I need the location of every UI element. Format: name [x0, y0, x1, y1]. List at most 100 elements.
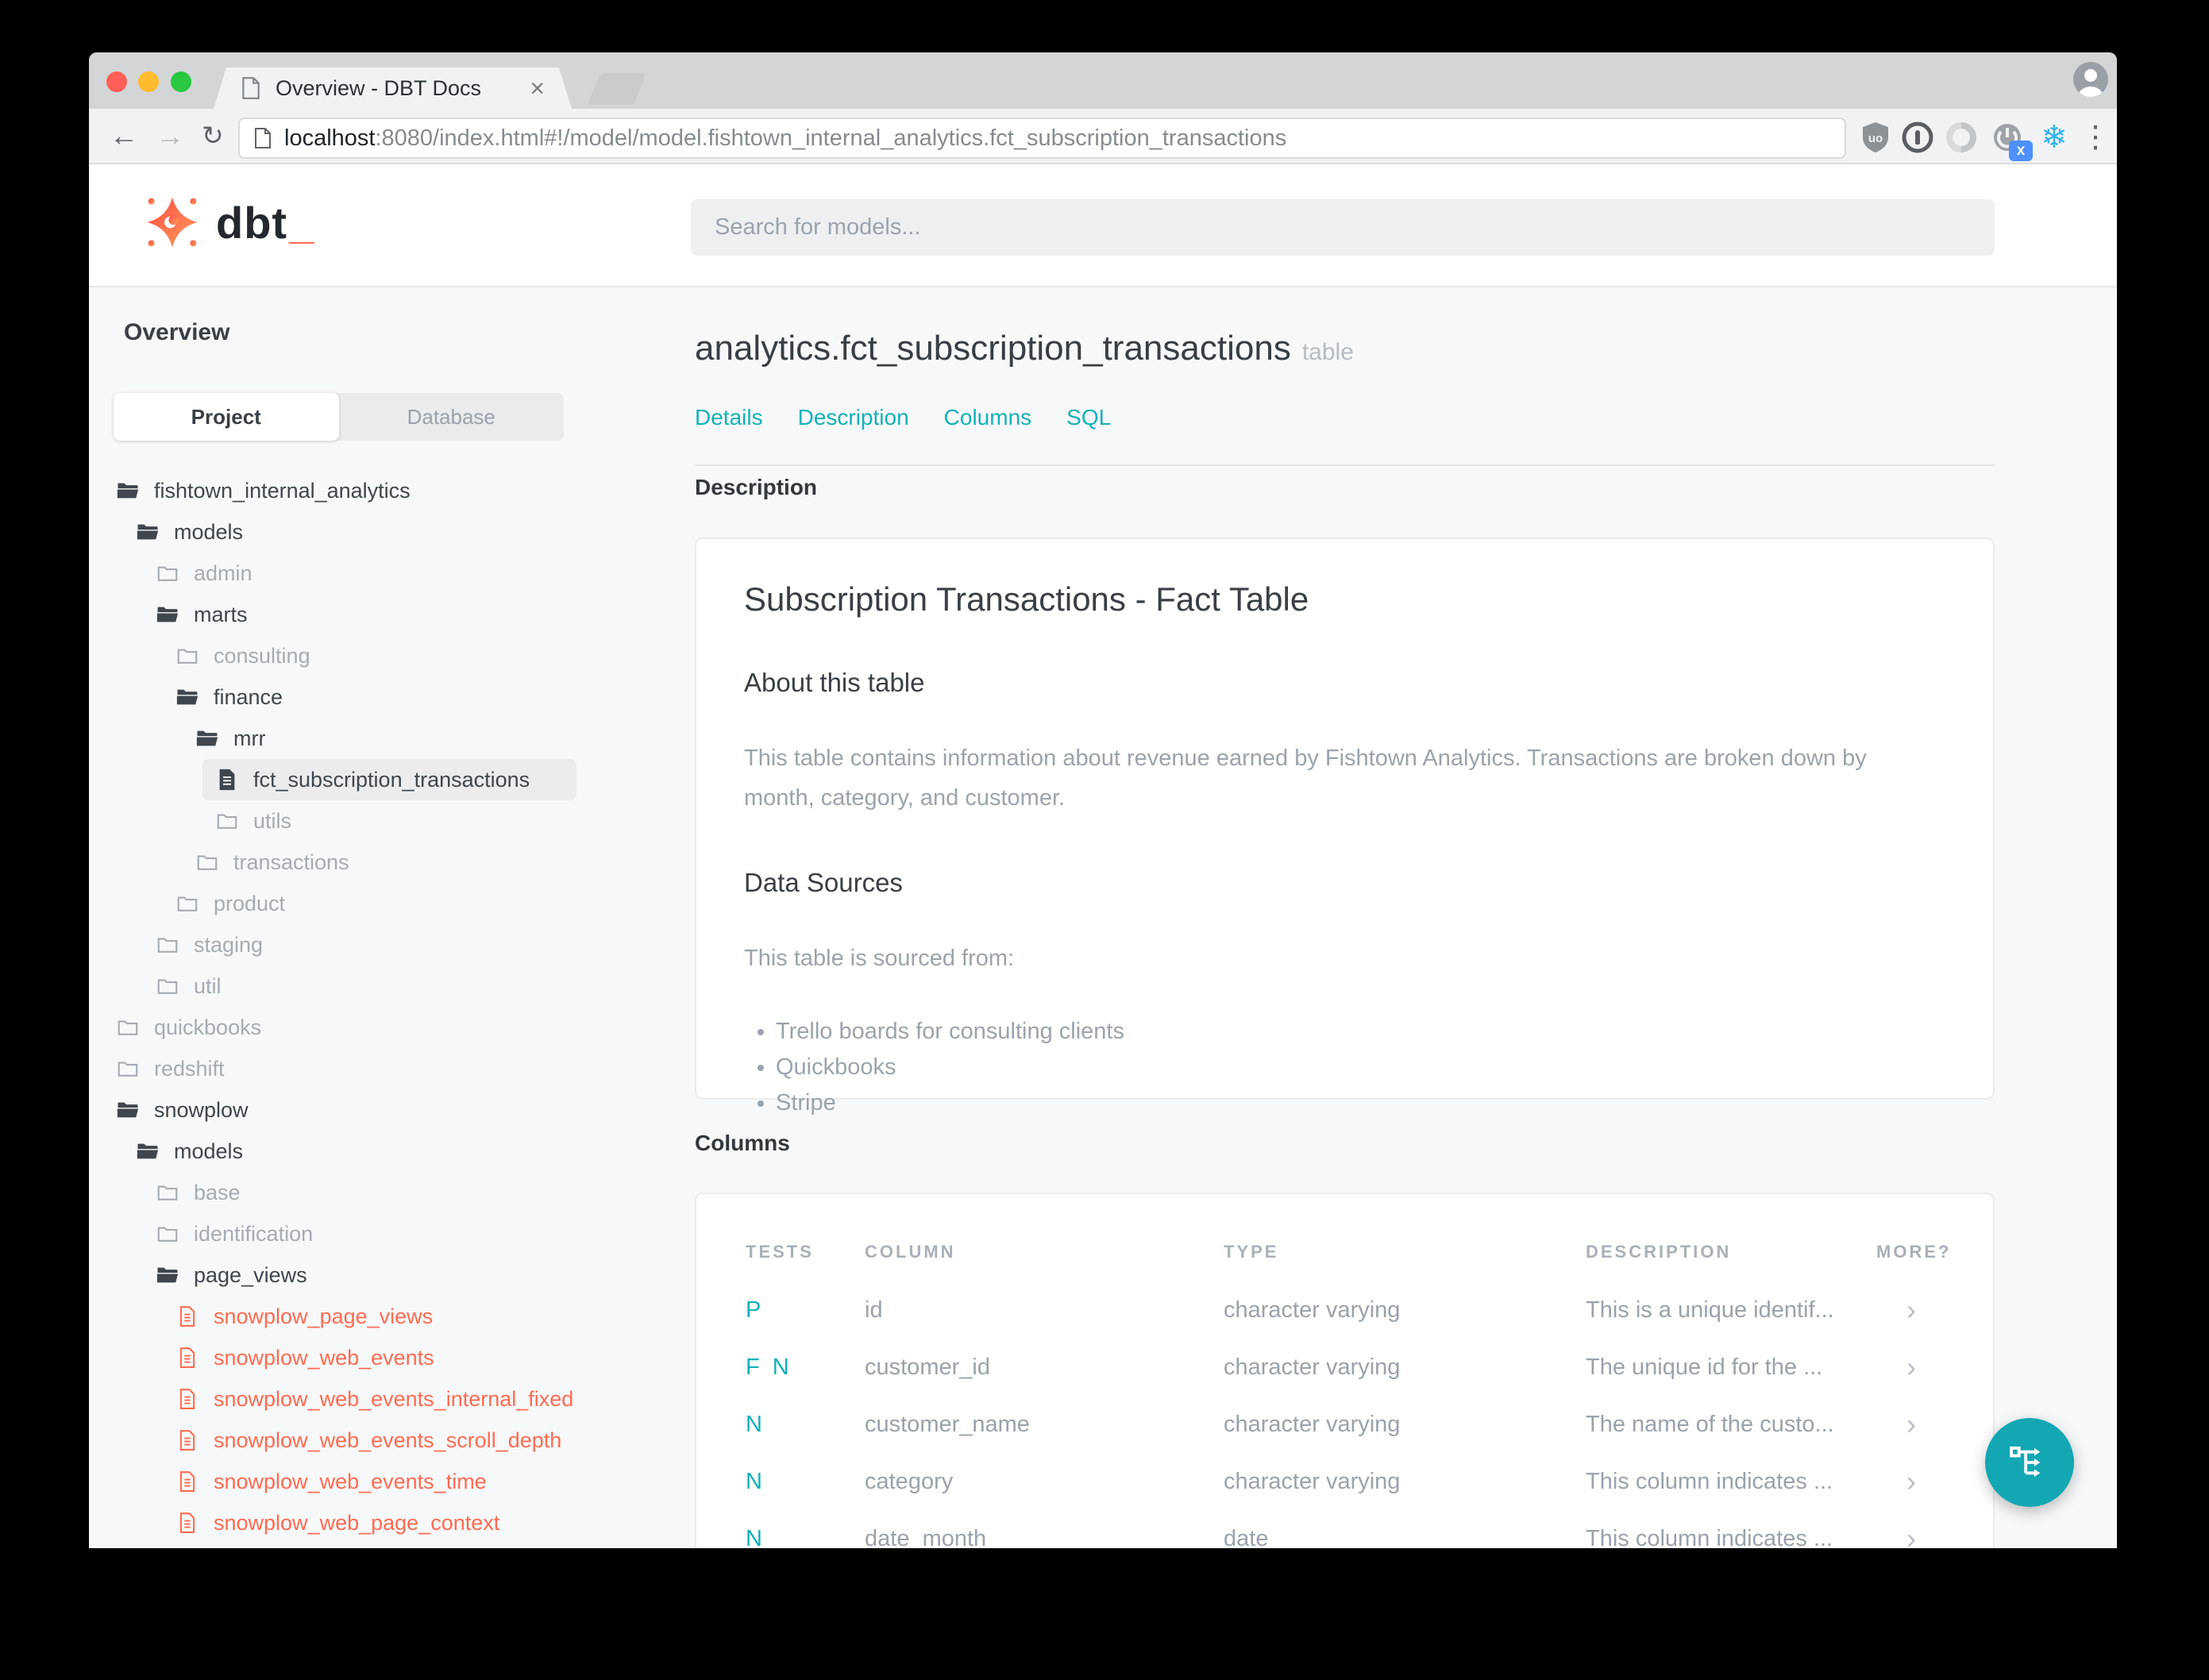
tree-item-label: staging: [194, 932, 264, 957]
tree-item-label: snowplow_web_events: [214, 1345, 434, 1370]
expand-row-chevron-icon[interactable]: ›: [1876, 1351, 1944, 1384]
tree-item-admin[interactable]: admin: [108, 553, 576, 594]
column-header-description: DESCRIPTION: [1586, 1242, 1732, 1262]
nav-link-sql[interactable]: SQL: [1066, 405, 1111, 430]
tree-item-snowplow_web_events_scroll_depth[interactable]: snowplow_web_events_scroll_depth: [108, 1420, 576, 1461]
browser-tab[interactable]: Overview - DBT Docs ×: [214, 67, 572, 109]
tree-item-fishtown_internal_analytics[interactable]: fishtown_internal_analytics: [108, 470, 576, 511]
sidebar-tab-project[interactable]: Project: [114, 393, 339, 441]
table-row-id[interactable]: Pid character varying This is a unique ide…: [746, 1281, 1944, 1339]
tree-item-label: page_views: [194, 1262, 307, 1287]
column-header-column: COLUMN: [865, 1242, 956, 1262]
tree-item-snowplow_web_events_internal_fixed[interactable]: snowplow_web_events_internal_fixed: [108, 1378, 576, 1420]
opera-extension-icon[interactable]: [1944, 120, 1979, 155]
dbt-logo-icon: [147, 197, 198, 248]
folder-icon: [116, 1057, 140, 1081]
browser-toolbar: ← → ↻ localhost:8080/index.html#!/model/…: [89, 109, 2117, 164]
tree-item-label: snowplow_web_events_internal_fixed: [214, 1386, 574, 1411]
lineage-graph-button[interactable]: [1985, 1418, 2074, 1507]
folder-icon: [156, 974, 179, 998]
folder-open-icon: [156, 1263, 179, 1287]
back-button[interactable]: ←: [110, 120, 138, 152]
tree-item-utils[interactable]: utils: [108, 800, 576, 842]
columns-table-body: Pid character varying This is a unique ide…: [746, 1281, 1944, 1548]
extension-badge: x: [2009, 141, 2033, 161]
new-tab-button[interactable]: [587, 73, 647, 105]
minimize-window-button[interactable]: [138, 71, 159, 92]
nav-link-columns[interactable]: Columns: [944, 405, 1031, 430]
refresh-button[interactable]: ↻: [202, 120, 224, 152]
folder-open-icon: [195, 726, 219, 750]
tree-item-label: utils: [253, 808, 292, 833]
tree-item-finance[interactable]: finance: [108, 676, 576, 718]
tree-item-label: redshift: [154, 1056, 225, 1081]
sources-list: Trello boards for consulting clientsQuic…: [744, 1014, 1945, 1121]
nav-link-description[interactable]: Description: [798, 405, 909, 430]
zoom-window-button[interactable]: [171, 71, 191, 92]
cell-column: category: [865, 1468, 954, 1494]
tree-item-snowplow_web_events_time[interactable]: snowplow_web_events_time: [108, 1461, 576, 1502]
tree-item-page_views[interactable]: page_views: [108, 1254, 576, 1296]
columns-table-header: TESTS COLUMN TYPE DESCRIPTION MORE?: [746, 1194, 1949, 1281]
brand-name: dbt: [216, 197, 288, 248]
folder-icon: [215, 809, 239, 833]
tree-item-snowplow_page_views[interactable]: snowplow_page_views: [108, 1296, 576, 1337]
tree-item-transactions[interactable]: transactions: [108, 842, 576, 883]
expand-row-chevron-icon[interactable]: ›: [1876, 1408, 1944, 1441]
forward-button[interactable]: →: [156, 120, 184, 152]
table-row-customer_id[interactable]: F N customer_id character varying The uniqu…: [746, 1339, 1944, 1396]
tree-item-staging[interactable]: staging: [108, 924, 576, 965]
nav-link-details[interactable]: Details: [695, 405, 763, 430]
tree-item-models[interactable]: models: [108, 1131, 576, 1172]
cell-column: customer_name: [865, 1411, 1030, 1437]
tree-item-label: admin: [194, 561, 253, 585]
tree-item-label: fishtown_internal_analytics: [154, 478, 411, 503]
table-row-customer_name[interactable]: Ncustomer_name character varying The name …: [746, 1396, 1944, 1453]
power-extension-icon[interactable]: x: [1990, 120, 2033, 161]
section-nav: Details Description Columns SQL: [695, 405, 1111, 430]
tree-item-snowplow_web_events[interactable]: snowplow_web_events: [108, 1337, 576, 1378]
tree-item-quickbooks[interactable]: quickbooks: [108, 1007, 576, 1048]
tree-item-snowplow_web_page_context[interactable]: snowplow_web_page_context: [108, 1502, 576, 1543]
cell-column: date_month: [865, 1525, 987, 1549]
onepassword-extension-icon[interactable]: [1900, 120, 1935, 155]
about-heading: About this table: [744, 668, 925, 697]
ublock-extension-icon[interactable]: uo: [1858, 120, 1893, 155]
snowflake-extension-icon[interactable]: ❄: [2037, 120, 2072, 155]
table-row-date_month[interactable]: Ndate_month date This column indicates ...…: [746, 1510, 1944, 1548]
folder-icon: [116, 1015, 140, 1039]
tree-item-identification[interactable]: identification: [108, 1213, 576, 1254]
expand-row-chevron-icon[interactable]: ›: [1876, 1522, 1944, 1548]
cell-type: character varying: [1224, 1297, 1401, 1323]
tree-item-label: mrr: [233, 726, 266, 750]
tab-close-icon[interactable]: ×: [530, 75, 545, 101]
profile-avatar[interactable]: [2073, 62, 2108, 97]
close-window-button[interactable]: [106, 71, 127, 92]
tree-item-label: base: [194, 1180, 241, 1204]
tree-item-fct_subscription_transactions[interactable]: fct_subscription_transactions: [202, 759, 576, 800]
tree-item-label: identification: [194, 1221, 314, 1246]
column-header-tests: TESTS: [746, 1242, 814, 1262]
expand-row-chevron-icon[interactable]: ›: [1876, 1465, 1944, 1498]
expand-row-chevron-icon[interactable]: ›: [1876, 1293, 1944, 1327]
cell-column: id: [865, 1297, 883, 1323]
tree-item-marts[interactable]: marts: [108, 594, 576, 635]
tree-item-base[interactable]: base: [108, 1172, 576, 1213]
tree-item-mrr[interactable]: mrr: [108, 718, 576, 759]
source-item: Quickbooks: [776, 1050, 1945, 1085]
tree-item-util[interactable]: util: [108, 965, 576, 1007]
sidebar-overview-title: Overview: [124, 319, 230, 345]
sidebar-tab-database[interactable]: Database: [339, 393, 565, 441]
cell-column: customer_id: [865, 1354, 990, 1380]
table-row-category[interactable]: Ncategory character varying This column in…: [746, 1453, 1944, 1510]
tree-item-label: snowplow: [154, 1097, 249, 1122]
tree-item-redshift[interactable]: redshift: [108, 1048, 576, 1089]
tree-item-consulting[interactable]: consulting: [108, 635, 576, 676]
file-outline-icon: [175, 1470, 199, 1493]
browser-menu-icon[interactable]: ⋮: [2078, 120, 2113, 155]
url-bar[interactable]: localhost:8080/index.html#!/model/model.…: [238, 118, 1846, 159]
tree-item-models[interactable]: models: [108, 511, 576, 553]
tree-item-product[interactable]: product: [108, 883, 576, 924]
search-input[interactable]: [691, 199, 1995, 256]
tree-item-snowplow[interactable]: snowplow: [108, 1089, 576, 1131]
